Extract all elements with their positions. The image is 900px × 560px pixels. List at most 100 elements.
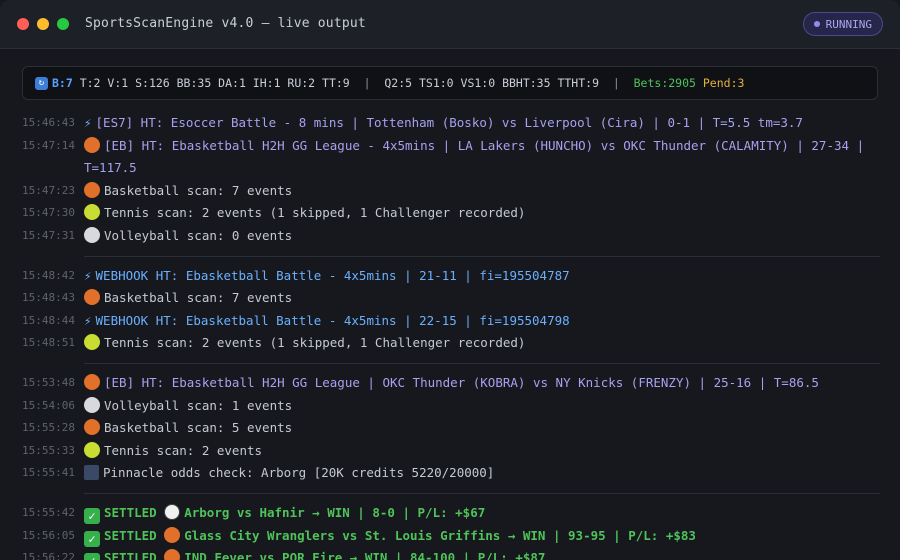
maximize-window-button[interactable] — [57, 18, 69, 30]
checkmark-icon: ✓ — [84, 530, 100, 547]
log-timestamp: 15:54:06 — [22, 398, 75, 412]
close-window-button[interactable] — [17, 18, 29, 30]
stat-pending: Pend:3 — [702, 76, 745, 90]
log-line: 15:56:05 ✓ SETTLED Glass City Wranglers vs… — [22, 525, 880, 548]
log-message: Basketball scan: 7 events — [84, 287, 880, 310]
log-divider — [84, 362, 880, 364]
log-message: [EB] HT: Ebasketball H2H GG League | OKC… — [84, 372, 880, 395]
stat-b7: B:7 — [52, 76, 73, 90]
log-line: 15:47:31 Volleyball scan: 0 events — [22, 225, 880, 248]
status-dot-icon — [813, 21, 820, 27]
log-message: Tennis scan: 2 events — [84, 440, 880, 463]
log-timestamp: 15:48:44 — [22, 313, 75, 327]
log-timestamp: 15:53:48 — [22, 375, 75, 389]
log-message: ⚡ [ES7] HT: Esoccer Battle - 8 mins | Tot… — [84, 112, 880, 135]
log-timestamp: 15:55:33 — [22, 443, 75, 457]
log-timestamp: 15:47:30 — [22, 206, 75, 220]
log-line: 15:46:43 ⚡ [ES7] HT: Esoccer Battle - 8 mi… — [22, 112, 880, 135]
basketball-icon — [164, 549, 181, 560]
basketball-icon — [84, 419, 100, 436]
log-line: 15:47:14 [EB] HT: Ebasketball H2H GG Leag… — [22, 135, 880, 180]
stat-separator: | — [612, 76, 620, 90]
log-text: Glass City Wranglers vs St. Louis Griffi… — [184, 527, 696, 543]
log-text: [EB] HT: Ebasketball H2H GG League | OKC… — [104, 374, 819, 390]
log-message: Pinnacle odds check: Arborg [20K credits… — [84, 462, 880, 485]
basketball-icon — [84, 136, 100, 153]
tennis-ball-icon — [84, 204, 100, 221]
basketball-icon — [164, 526, 181, 543]
log-timestamp: 15:47:23 — [22, 183, 75, 197]
checkmark-icon: ✓ — [84, 553, 100, 560]
refresh-icon: ↻ — [35, 76, 48, 90]
log-message: ✓ SETTLED Glass City Wranglers vs St. Lou… — [84, 525, 880, 548]
log-text: WEBHOOK HT: Ebasketball Battle - 4x5mins… — [95, 312, 570, 328]
log-timestamp: 15:55:42 — [22, 505, 75, 519]
log-text: WEBHOOK HT: Ebasketball Battle - 4x5mins… — [95, 267, 570, 283]
log-text: Basketball scan: 7 events — [104, 290, 293, 306]
log-text: Pinnacle odds check: Arborg [20K credits… — [103, 465, 495, 481]
lightning-icon: ⚡ — [84, 115, 92, 130]
log-text: Tennis scan: 2 events (1 skipped, 1 Chal… — [104, 205, 526, 221]
log-timestamp: 15:47:31 — [22, 228, 75, 242]
log-message: ⚡ WEBHOOK HT: Ebasketball Battle - 4x5min… — [84, 265, 880, 288]
log-timestamp: 15:56:05 — [22, 528, 75, 542]
log-text: Basketball scan: 7 events — [104, 182, 293, 198]
log-timestamp: 15:48:51 — [22, 336, 75, 350]
checkmark-icon: ✓ — [84, 507, 100, 524]
log-timestamp: 15:56:22 — [22, 551, 75, 560]
log-line: 15:48:42 ⚡ WEBHOOK HT: Ebasketball Battle … — [22, 265, 880, 288]
log-line: 15:55:33 Tennis scan: 2 events — [22, 440, 880, 463]
log-line: 15:55:42 ✓ SETTLED Arborg vs Hafnir → WIN … — [22, 502, 880, 525]
log-message: ✓ SETTLED Arborg vs Hafnir → WIN | 8-0 | … — [84, 502, 880, 525]
lightning-icon: ⚡ — [84, 267, 92, 283]
log-text: Tennis scan: 2 events (1 skipped, 1 Chal… — [104, 335, 526, 351]
log-line: 15:55:41 Pinnacle odds check: Arborg [20K… — [22, 462, 880, 485]
log-line: 15:48:43 Basketball scan: 7 events — [22, 287, 880, 310]
status-label: RUNNING — [825, 17, 872, 31]
volleyball-icon — [84, 396, 100, 413]
log-message: ⚡ WEBHOOK HT: Ebasketball Battle - 4x5min… — [84, 310, 880, 333]
minimize-window-button[interactable] — [37, 18, 49, 30]
log-timestamp: 15:48:42 — [22, 268, 75, 282]
basketball-icon — [84, 373, 100, 390]
settled-label: SETTLED — [104, 504, 165, 520]
log-text: IND Fever vs POR Fire → WIN | 84-100 | P… — [184, 550, 546, 560]
log-text: Arborg vs Hafnir → WIN | 8-0 | P/L: +$67 — [184, 504, 486, 520]
log-message: [EB] HT: Ebasketball H2H GG League - 4x5… — [84, 135, 880, 180]
settled-label: SETTLED — [104, 550, 165, 560]
log-message: Tennis scan: 2 events (1 skipped, 1 Chal… — [84, 332, 880, 355]
log-text: Tennis scan: 2 events — [104, 442, 263, 458]
stats-bar: ↻ B:7 T:2 V:1 S:126 BB:35 DA:1 IH:1 RU:2… — [22, 66, 878, 100]
stat-bets: Bets:2905 — [619, 76, 703, 90]
log-message: Tennis scan: 2 events (1 skipped, 1 Chal… — [84, 202, 880, 225]
log-message: Basketball scan: 5 events — [84, 417, 880, 440]
log-timestamp: 15:47:14 — [22, 138, 75, 152]
log-text: Volleyball scan: 1 events — [104, 397, 293, 413]
log-line: 15:55:28 Basketball scan: 5 events — [22, 417, 880, 440]
lightning-icon: ⚡ — [84, 312, 92, 328]
log-timestamp: 15:46:43 — [22, 116, 75, 129]
log-timestamp: 15:55:41 — [22, 466, 75, 480]
log-divider — [84, 492, 880, 494]
log-text: Basketball scan: 5 events — [104, 420, 293, 436]
window-title: SportsScanEngine v4.0 — live output — [85, 16, 366, 31]
log-message: Basketball scan: 7 events — [84, 180, 880, 203]
settled-label: SETTLED — [104, 527, 165, 543]
log-line: 15:56:22 ✓ SETTLED IND Fever vs POR Fire →… — [22, 547, 880, 560]
stat-counts-2: Q2:5 TS1:0 VS1:0 BBHT:35 TTHT:9 — [370, 76, 613, 90]
log-line: 15:53:48 [EB] HT: Ebasketball H2H GG Leag… — [22, 372, 880, 395]
log-message: ✓ SETTLED IND Fever vs POR Fire → WIN | 8… — [84, 547, 880, 560]
log-timestamp: 15:48:43 — [22, 291, 75, 305]
volleyball-icon — [84, 226, 100, 243]
log-text: [EB] HT: Ebasketball H2H GG League - 4x5… — [84, 137, 872, 176]
log-line: 15:48:44 ⚡ WEBHOOK HT: Ebasketball Battle … — [22, 310, 880, 333]
basketball-icon — [84, 289, 100, 306]
log-text: Volleyball scan: 0 events — [104, 227, 293, 243]
chart-icon — [84, 465, 99, 481]
tennis-ball-icon — [84, 441, 100, 458]
log-timestamp: 15:55:28 — [22, 421, 75, 435]
stat-separator: | — [363, 76, 371, 90]
log-output: 15:46:43 ⚡ [ES7] HT: Esoccer Battle - 8 mi… — [22, 112, 880, 560]
stat-counts: T:2 V:1 S:126 BB:35 DA:1 IH:1 RU:2 TT:9 — [72, 76, 364, 90]
log-line: 15:54:06 Volleyball scan: 1 events — [22, 395, 880, 418]
